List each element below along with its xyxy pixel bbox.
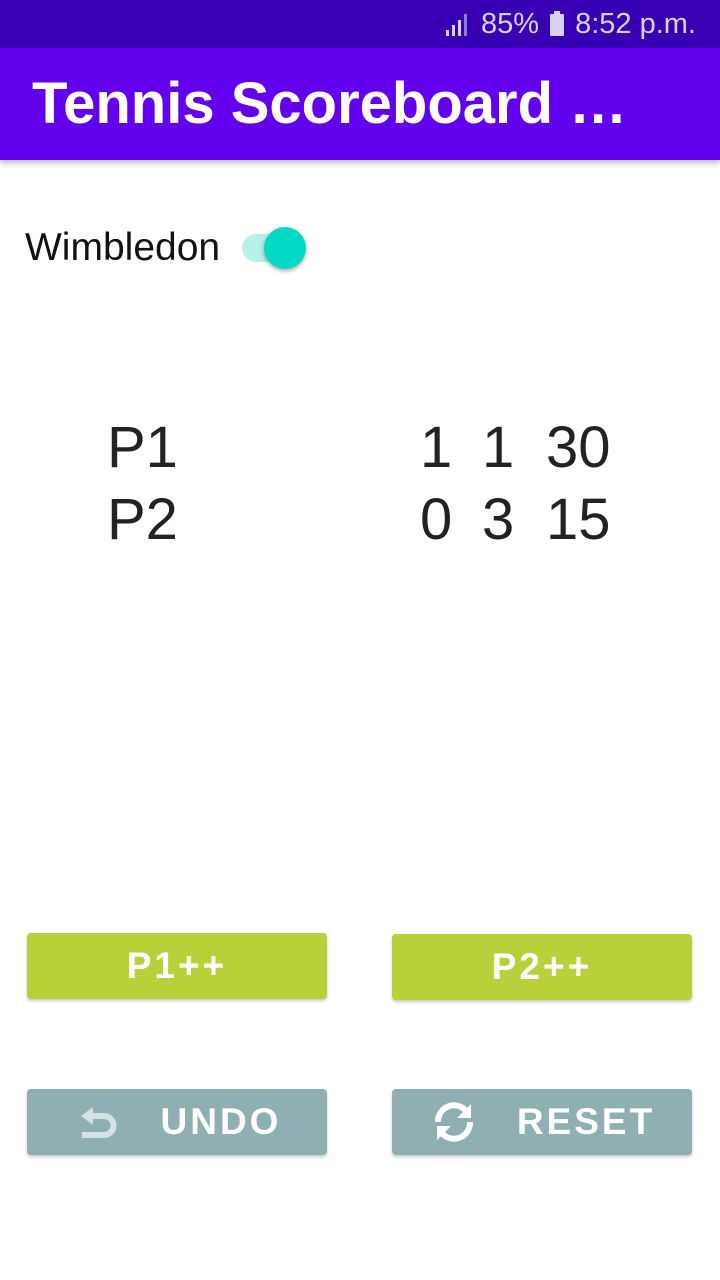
games-score: 1 bbox=[482, 415, 515, 480]
battery-percent: 85% bbox=[481, 7, 540, 40]
clock: 8:52 p.m. bbox=[575, 7, 696, 40]
sets-score: 0 bbox=[420, 487, 453, 552]
reset-button-label: RESET bbox=[516, 1101, 656, 1142]
games-score: 3 bbox=[482, 487, 515, 552]
sets-score: 1 bbox=[420, 415, 453, 480]
undo-icon bbox=[80, 1107, 116, 1138]
status-bar: 85% 8:52 p.m. bbox=[0, 0, 720, 48]
player-name: P2 bbox=[107, 487, 178, 552]
points-score: 15 bbox=[546, 487, 611, 552]
wimbledon-switch-row[interactable]: Wimbledon bbox=[25, 216, 310, 280]
signal-icon bbox=[446, 14, 468, 36]
undo-button-label: UNDO bbox=[160, 1101, 282, 1142]
score-row-p1: P1 1 1 30 bbox=[0, 412, 720, 484]
status-indicators: 85% 8:52 p.m. bbox=[445, 0, 696, 48]
wimbledon-label: Wimbledon bbox=[25, 226, 221, 269]
p1-point-button[interactable]: P1++ bbox=[27, 933, 327, 999]
app-title: Tennis Scoreboard M… bbox=[32, 71, 672, 136]
wimbledon-toggle[interactable] bbox=[240, 226, 310, 270]
battery-icon bbox=[550, 11, 565, 36]
app-bar: Tennis Scoreboard M… bbox=[0, 48, 720, 160]
reset-button[interactable]: RESET bbox=[392, 1089, 692, 1155]
undo-button[interactable]: UNDO bbox=[27, 1089, 327, 1155]
app-screen: 85% 8:52 p.m. Tennis Scoreboard M… Wimbl… bbox=[0, 0, 720, 1280]
p2-point-button-label: P2++ bbox=[491, 946, 593, 987]
toggle-thumb[interactable] bbox=[264, 227, 307, 269]
score-row-p2: P2 0 3 15 bbox=[0, 484, 720, 556]
p2-point-button[interactable]: P2++ bbox=[392, 934, 692, 1000]
points-score: 30 bbox=[546, 415, 611, 480]
player-name: P1 bbox=[107, 415, 178, 480]
refresh-icon bbox=[434, 1102, 473, 1142]
p1-point-button-label: P1++ bbox=[126, 945, 228, 986]
